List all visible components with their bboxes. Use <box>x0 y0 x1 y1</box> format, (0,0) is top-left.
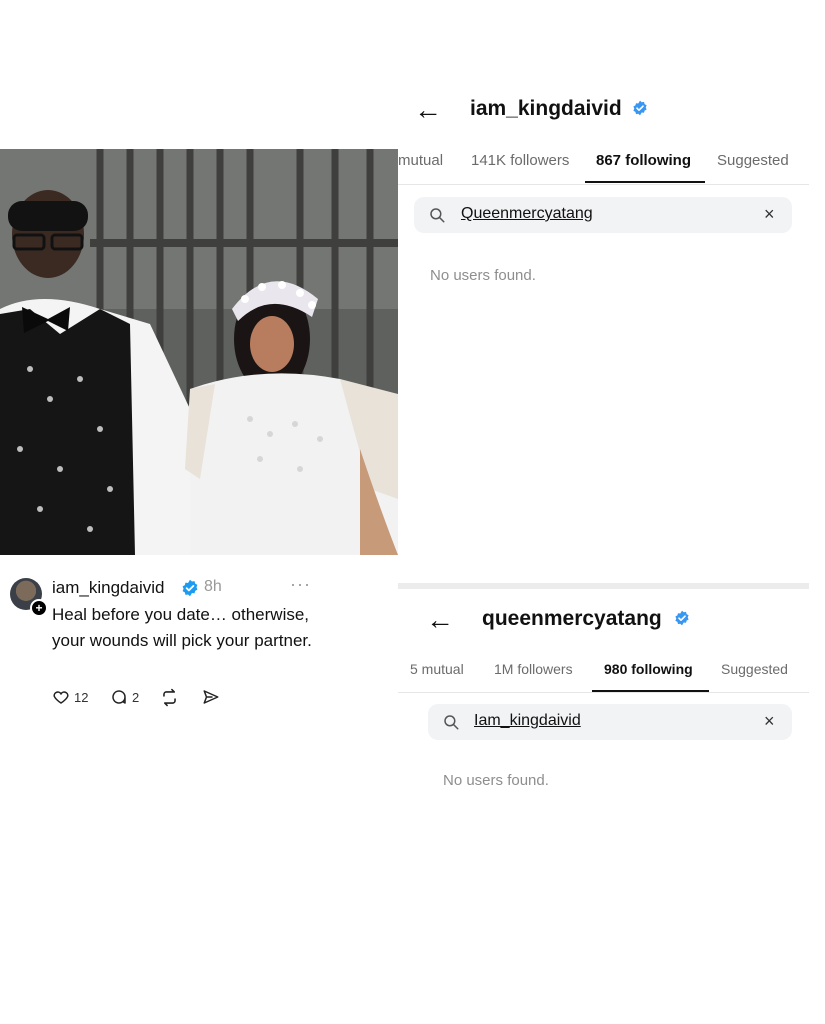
profile-username: queenmercyatang <box>482 607 662 630</box>
empty-state-text: No users found. <box>430 267 536 284</box>
empty-state-text: No users found. <box>443 772 549 789</box>
post-username[interactable]: iam_kingdaivid <box>52 578 164 598</box>
clear-search-icon[interactable]: × <box>764 711 775 732</box>
post-text: Heal before you date… otherwise, your wo… <box>52 605 312 650</box>
tab-mutual[interactable]: mutual <box>398 152 443 169</box>
search-input[interactable]: Iam_kingdaivid × <box>428 704 792 740</box>
tab-followers[interactable]: 1M followers <box>494 661 573 677</box>
post-time: 8h <box>204 578 222 595</box>
clear-search-icon[interactable]: × <box>764 204 775 225</box>
following-panel-1: ← iam_kingdaivid mutual 141K followers 8… <box>398 88 809 308</box>
threads-post: + iam_kingdaivid 8h ··· Heal before you … <box>0 566 322 720</box>
search-icon <box>428 206 446 229</box>
repost-icon <box>163 688 176 707</box>
verified-badge-icon <box>181 579 199 602</box>
following-panel-2: ← queenmercyatang 5 mutual 1M followers … <box>398 598 809 818</box>
like-button[interactable]: 12 <box>52 688 88 706</box>
couple-photo <box>0 149 398 555</box>
search-input[interactable]: Queenmercyatang × <box>414 197 792 233</box>
share-button[interactable] <box>202 688 220 706</box>
repost-button[interactable] <box>160 688 179 707</box>
profile-username: iam_kingdaivid <box>470 97 622 120</box>
panel-separator <box>398 583 809 589</box>
tab-following[interactable]: 980 following <box>604 661 693 677</box>
tab-bar: 5 mutual 1M followers 980 following Sugg… <box>398 661 809 692</box>
verified-badge-icon <box>632 100 648 121</box>
verified-badge-icon <box>674 610 690 631</box>
tab-followers[interactable]: 141K followers <box>471 152 569 169</box>
tab-suggested[interactable]: Suggested <box>721 661 788 677</box>
search-icon <box>442 713 460 736</box>
active-tab-indicator <box>585 181 705 183</box>
heart-icon <box>53 691 69 704</box>
more-options-icon[interactable]: ··· <box>290 574 311 595</box>
tab-divider <box>398 692 809 693</box>
tab-mutual[interactable]: 5 mutual <box>410 661 464 677</box>
back-arrow-icon[interactable]: ← <box>414 96 442 124</box>
back-arrow-icon[interactable]: ← <box>426 606 454 634</box>
tab-divider <box>398 184 809 185</box>
like-count: 12 <box>74 689 89 705</box>
reply-button[interactable]: 2 <box>110 688 139 706</box>
speech-bubble-icon <box>112 690 126 704</box>
search-value[interactable]: Queenmercyatang <box>461 205 593 223</box>
tab-bar: mutual 141K followers 867 following Sugg… <box>398 152 809 183</box>
follow-plus-icon[interactable]: + <box>30 599 48 617</box>
tab-suggested[interactable]: Suggested <box>717 152 789 169</box>
tab-following[interactable]: 867 following <box>596 152 691 169</box>
reply-count: 2 <box>132 689 140 705</box>
paper-plane-icon <box>203 690 219 704</box>
search-value[interactable]: Iam_kingdaivid <box>474 712 581 730</box>
